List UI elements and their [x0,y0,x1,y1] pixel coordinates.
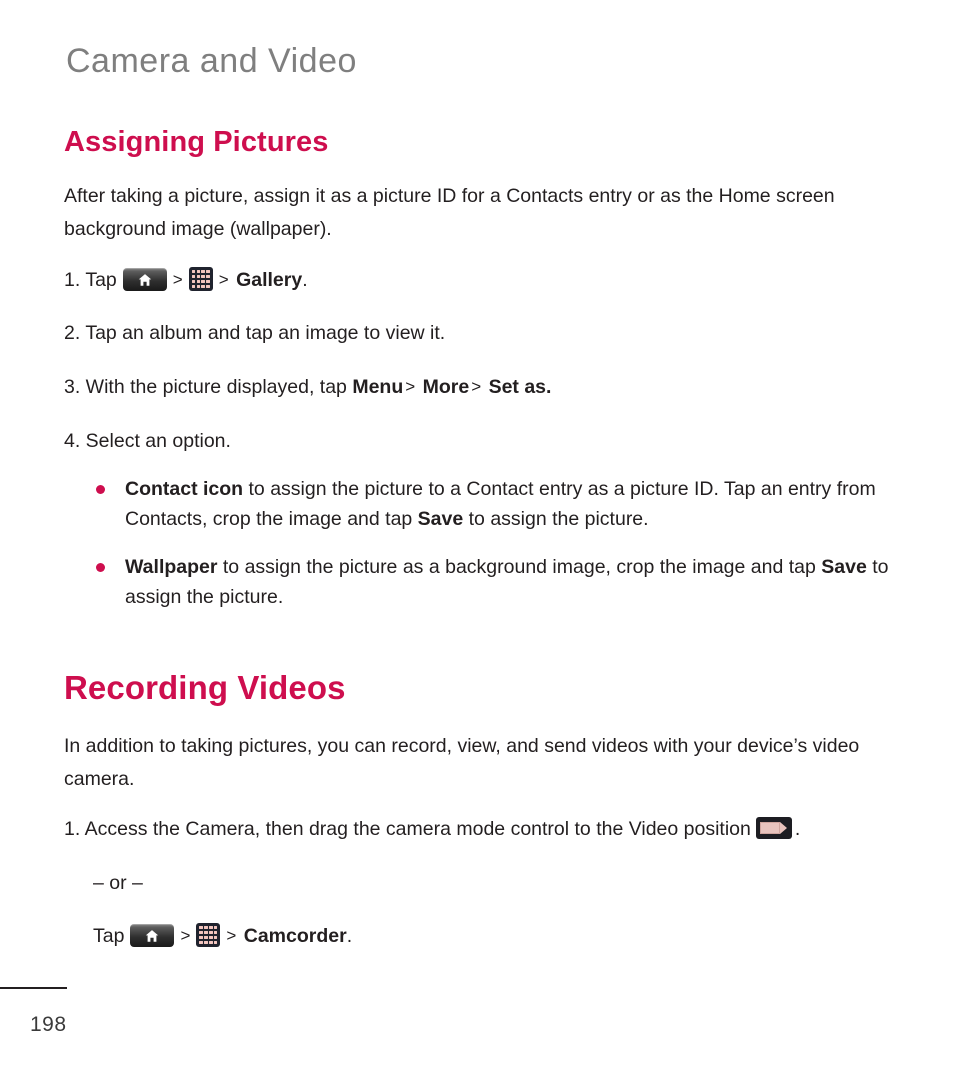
camcorder-mode-icon [755,817,792,839]
home-key-icon [130,924,175,947]
option-term-b: Save [417,508,464,530]
apps-grid-icon [188,267,213,291]
assigning-step-3-chevron-b: > [471,377,482,396]
assigning-pictures-intro: After taking a picture, assign it as a p… [64,185,835,240]
recording-step-1-alt-prefix: Tap [93,925,125,947]
option-text-a: to assign the picture as a background im… [217,556,822,578]
or-divider: – or – [93,872,143,894]
assigning-step-1-chevron-a: > [172,270,183,289]
chapter-title: Camera and Video [66,42,357,80]
recording-step-1-alt-target: Camcorder [243,925,347,947]
apps-grid-icon [196,923,221,947]
recording-step-1-alt-period: . [346,925,353,947]
option-term-b: Save [821,556,867,578]
assigning-step-3: 3. With the picture displayed, tap Menu >… [64,371,900,404]
assigning-step-3-setas: Set as. [488,376,552,398]
page-number: 198 [30,1013,67,1036]
option-text-b: to assign the picture. [463,508,649,530]
recording-step-1-alt: Tap > > Camcorder. [93,920,929,953]
section-heading-recording-videos: Recording Videos [64,669,346,706]
assigning-step-1-target: Gallery [236,269,303,291]
recording-step-1-prefix: 1. Access the Camera, then drag the came… [64,818,751,840]
recording-videos-intro: In addition to taking pictures, you can … [64,735,860,790]
document-page: Camera and Video Assigning Pictures Afte… [0,0,954,1074]
recording-step-1-alt-chevron-a: > [180,926,191,945]
assigning-step-1-prefix: 1. Tap [64,269,117,291]
assigning-step-3-prefix: 3. With the picture displayed, tap [64,376,347,398]
assigning-step-3-chevron-a: > [405,377,416,396]
assigning-step-3-more: More [422,376,470,398]
section-heading-assigning-pictures: Assigning Pictures [64,126,329,158]
recording-step-1: 1. Access the Camera, then drag the came… [64,813,934,846]
recording-step-1-period: . [794,818,801,840]
home-key-icon [122,268,167,291]
recording-step-1-alt-chevron-b: > [226,926,237,945]
option-term: Wallpaper [125,556,218,578]
assigning-step-1: 1. Tap > > Gallery. [64,264,900,297]
option-term: Contact icon [125,478,244,500]
assigning-step-4: 4. Select an option. [64,430,231,452]
list-item: Contact icon to assign the picture to a … [93,474,903,534]
bullet-dot-icon [96,485,105,494]
bullet-dot-icon [96,563,105,572]
footer-rule [0,987,67,989]
assigning-step-2: 2. Tap an album and tap an image to view… [64,322,446,344]
assigning-options-list: Contact icon to assign the picture to a … [93,474,903,612]
assigning-step-3-menu: Menu [352,376,404,398]
assigning-step-1-chevron-b: > [218,270,229,289]
assigning-step-1-period: . [302,269,308,291]
list-item: Wallpaper to assign the picture as a bac… [93,552,903,612]
